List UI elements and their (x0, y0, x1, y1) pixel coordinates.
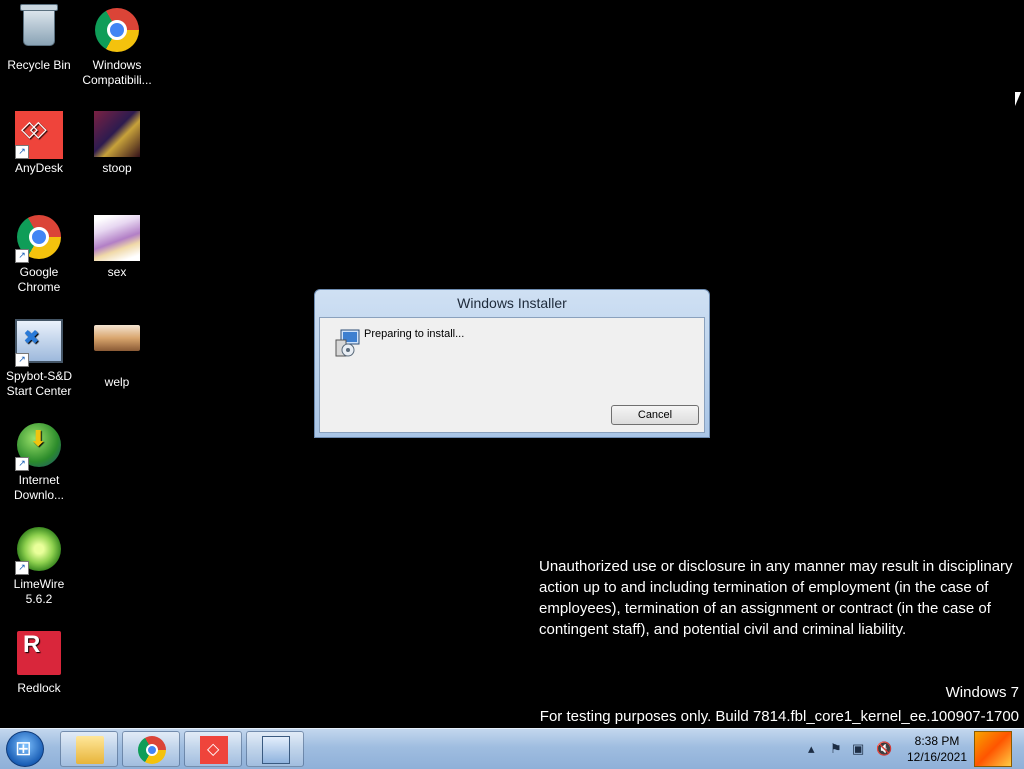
desktop-icon-label: Spybot-S&D Start Center (5, 369, 73, 398)
windows-version-watermark: Windows 7 (945, 684, 1019, 701)
clock[interactable]: 8:38 PM 12/16/2021 (900, 733, 974, 765)
desktop-icon-label: Google Chrome (17, 265, 61, 294)
desktop-icon-label: AnyDesk (14, 161, 64, 175)
taskbar-installer-button[interactable] (246, 731, 304, 767)
shortcut-arrow-icon (15, 145, 29, 159)
shortcut-arrow-icon (15, 561, 29, 575)
show-desktop-button[interactable] (974, 731, 1012, 767)
desktop-icon-label: Redlock (17, 681, 61, 695)
shortcut-arrow-icon (15, 353, 29, 367)
desktop-icon-label: Recycle Bin (7, 58, 71, 72)
image-thumbnail-icon (93, 215, 141, 263)
idm-globe-icon (15, 423, 63, 471)
desktop-icon-label: stoop (102, 161, 132, 175)
taskbar: ▴ ⚑ ▣ 🔇 8:38 PM 12/16/2021 (0, 728, 1024, 769)
desktop-icon-label: welp (104, 375, 130, 389)
desktop-icon-label: Windows Compatibili... (82, 58, 152, 87)
image-thumbnail-icon (93, 325, 141, 373)
image-thumbnail-icon (93, 111, 141, 159)
windows-installer-dialog: Windows Installer Preparing to install..… (314, 289, 710, 438)
desktop-icon-redlock[interactable]: Redlock (1, 625, 77, 696)
redlock-icon (15, 631, 63, 679)
desktop-icon-welp[interactable]: welp (79, 313, 155, 390)
mouse-cursor-icon (1015, 92, 1021, 106)
legal-notice: Unauthorized use or disclosure in any ma… (539, 558, 1013, 638)
dialog-title: Windows Installer (457, 295, 567, 311)
shortcut-arrow-icon (15, 457, 29, 471)
cancel-button[interactable]: Cancel (611, 405, 699, 425)
chrome-icon (138, 736, 166, 764)
chrome-icon (15, 215, 63, 263)
dialog-body: Preparing to install... Cancel (319, 317, 705, 433)
desktop-icon-windows-compatibility[interactable]: Windows Compatibili... (79, 2, 155, 88)
system-tray: ▴ ⚑ ▣ 🔇 8:38 PM 12/16/2021 (800, 729, 1024, 769)
installer-icon (262, 736, 290, 764)
folder-icon (76, 736, 104, 764)
desktop-icon-label: sex (107, 265, 127, 279)
build-watermark: For testing purposes only. Build 7814.fb… (539, 708, 1019, 725)
desktop-icon-label: LimeWire 5.6.2 (13, 577, 65, 606)
taskbar-explorer-button[interactable] (60, 731, 118, 767)
desktop-icon-sex[interactable]: sex (79, 209, 155, 280)
installer-icon (332, 328, 362, 358)
desktop-icon-stoop[interactable]: stoop (79, 105, 155, 176)
clock-time: 8:38 PM (914, 734, 960, 748)
anydesk-icon (200, 736, 228, 764)
chrome-icon (93, 8, 141, 56)
desktop-icon-internet-download-manager[interactable]: Internet Downlo... (1, 417, 77, 503)
desktop-icon-label: Internet Downlo... (13, 473, 65, 502)
limewire-icon (15, 527, 63, 575)
show-hidden-icons-icon[interactable]: ▴ (808, 741, 815, 757)
network-icon[interactable]: ▣ (852, 741, 864, 757)
desktop-icon-google-chrome[interactable]: Google Chrome (1, 209, 77, 295)
desktop-icon-recycle-bin[interactable]: Recycle Bin (1, 2, 77, 73)
desktop-icon-limewire[interactable]: LimeWire 5.6.2 (1, 521, 77, 607)
taskbar-chrome-button[interactable] (122, 731, 180, 767)
desktop-icon-spybot[interactable]: Spybot-S&D Start Center (1, 313, 77, 399)
anydesk-icon (15, 111, 63, 159)
dialog-message: Preparing to install... (364, 328, 465, 340)
desktop-icon-anydesk[interactable]: AnyDesk (1, 105, 77, 176)
volume-muted-icon[interactable]: 🔇 (876, 741, 892, 757)
recycle-bin-icon (15, 4, 63, 56)
shortcut-arrow-icon (15, 249, 29, 263)
clock-date: 12/16/2021 (906, 750, 968, 764)
start-button[interactable] (6, 731, 44, 767)
taskbar-anydesk-button[interactable] (184, 731, 242, 767)
action-center-flag-icon[interactable]: ⚑ (830, 741, 842, 757)
spybot-icon (15, 319, 63, 367)
